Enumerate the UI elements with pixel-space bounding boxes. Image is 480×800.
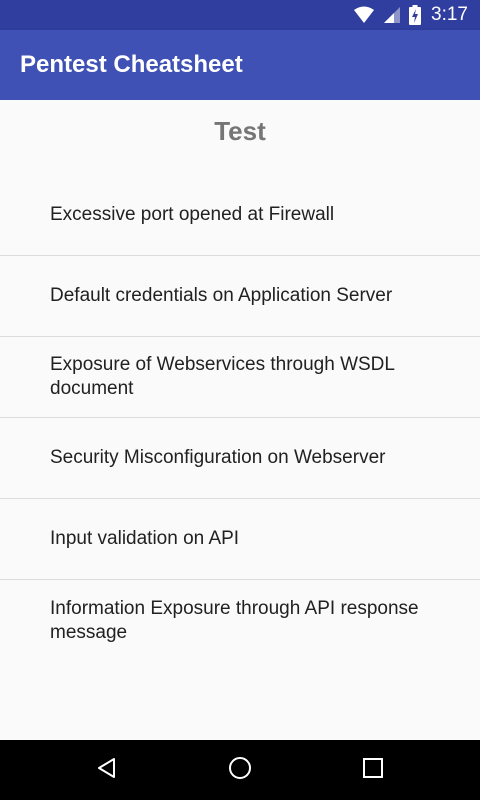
vulnerability-list: Excessive port opened at Firewall Defaul… bbox=[0, 175, 480, 661]
main-content: Test Excessive port opened at Firewall D… bbox=[0, 100, 480, 740]
app-bar: Pentest Cheatsheet bbox=[0, 30, 480, 100]
list-item[interactable]: Security Misconfiguration on Webserver bbox=[0, 418, 480, 499]
home-button[interactable] bbox=[210, 740, 270, 800]
status-time: 3:17 bbox=[431, 4, 468, 25]
battery-charging-icon bbox=[409, 5, 422, 25]
list-item-label: Excessive port opened at Firewall bbox=[50, 204, 335, 225]
wifi-icon bbox=[353, 6, 375, 24]
list-item-label: Input validation on API bbox=[50, 528, 240, 549]
list-item-label: Default credentials on Application Serve… bbox=[50, 285, 393, 306]
home-icon bbox=[227, 755, 253, 786]
list-item[interactable]: Default credentials on Application Serve… bbox=[0, 256, 480, 337]
status-bar: 3:17 bbox=[0, 0, 480, 30]
list-item[interactable]: Input validation on API bbox=[0, 499, 480, 580]
list-item-label: Security Misconfiguration on Webserver bbox=[50, 447, 386, 468]
list-item[interactable]: Excessive port opened at Firewall bbox=[0, 175, 480, 256]
list-item-label: Exposure of Webservices through WSDL doc… bbox=[50, 354, 395, 399]
recents-button[interactable] bbox=[343, 740, 403, 800]
section-title: Test bbox=[214, 116, 266, 146]
cell-signal-icon bbox=[383, 6, 401, 24]
back-button[interactable] bbox=[77, 740, 137, 800]
app-title: Pentest Cheatsheet bbox=[20, 51, 243, 78]
recents-icon bbox=[362, 757, 384, 784]
list-item[interactable]: Information Exposure through API respons… bbox=[0, 580, 480, 661]
list-item[interactable]: Exposure of Webservices through WSDL doc… bbox=[0, 337, 480, 418]
list-item-label: Information Exposure through API respons… bbox=[50, 597, 419, 643]
back-icon bbox=[95, 756, 119, 785]
navigation-bar bbox=[0, 740, 480, 800]
